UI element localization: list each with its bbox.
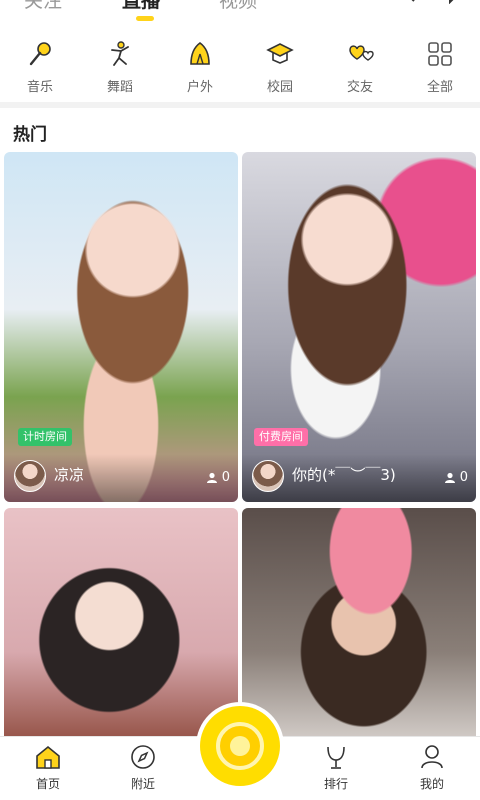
tab-live[interactable]: 直播 — [122, 0, 160, 13]
nav-nearby[interactable]: 附近 — [113, 743, 173, 792]
anchor-name: 凉凉 — [54, 466, 85, 484]
nav-profile[interactable]: 我的 — [402, 743, 462, 792]
tab-follow[interactable]: 关注 — [24, 0, 62, 13]
dancer-icon — [111, 41, 129, 66]
section-divider — [0, 102, 480, 108]
avatar — [252, 460, 284, 492]
avatar — [14, 460, 46, 492]
live-room-card[interactable] — [4, 508, 238, 748]
category-label: 校园 — [266, 80, 293, 95]
nav-label: 我的 — [419, 777, 444, 791]
viewer-count-value: 0 — [221, 470, 230, 485]
category-label: 音乐 — [26, 80, 53, 95]
live-room-card[interactable] — [242, 508, 476, 748]
go-live-dot — [230, 736, 250, 756]
go-live-button[interactable] — [200, 706, 280, 786]
nav-home[interactable]: 首页 — [18, 743, 78, 792]
viewer-icon — [206, 472, 217, 483]
category-label: 户外 — [186, 80, 213, 95]
home-icon — [36, 745, 60, 769]
grid-icon — [428, 42, 452, 66]
room-type-badge: 付费房间 — [254, 428, 308, 446]
anchor-name: 你的(*￣︶￣3) — [292, 466, 396, 484]
top-tab-bar: 关注 直播 视频 — [0, 0, 480, 26]
category-outdoor[interactable]: 户外 — [170, 40, 230, 100]
section-title: 热门 — [13, 125, 47, 145]
hearts-icon — [349, 45, 374, 61]
search-icon[interactable] — [393, 0, 417, 4]
nav-ranking[interactable]: 排行 — [306, 743, 366, 792]
message-icon[interactable] — [444, 0, 468, 4]
nav-label: 排行 — [323, 777, 348, 791]
viewer-count-value: 0 — [459, 470, 468, 485]
category-campus[interactable]: 校园 — [250, 40, 310, 100]
viewer-icon — [444, 472, 455, 483]
live-room-card[interactable]: 付费房间 你的(*￣︶￣3) 0 — [242, 152, 476, 502]
category-music[interactable]: 音乐 — [10, 40, 70, 100]
live-room-card[interactable]: 计时房间 凉凉 0 — [4, 152, 238, 502]
category-label: 舞蹈 — [106, 80, 133, 95]
nav-label: 首页 — [35, 777, 60, 791]
graduation-cap-icon — [266, 43, 294, 64]
active-tab-indicator — [136, 16, 154, 21]
viewer-count: 0 — [444, 470, 468, 485]
category-friends[interactable]: 交友 — [330, 40, 390, 100]
stream-thumbnail — [242, 508, 476, 748]
room-type-badge: 计时房间 — [18, 428, 72, 446]
user-icon — [421, 745, 443, 769]
microphone-icon — [29, 42, 51, 66]
category-label: 全部 — [426, 80, 453, 95]
category-label: 交友 — [346, 80, 373, 95]
viewer-count: 0 — [206, 470, 230, 485]
nav-label: 附近 — [130, 777, 155, 791]
trophy-icon — [327, 746, 345, 769]
tab-video[interactable]: 视频 — [219, 0, 257, 13]
stream-thumbnail — [4, 508, 238, 748]
tent-icon — [190, 42, 210, 65]
stream-thumbnail — [242, 152, 476, 502]
stream-thumbnail — [4, 152, 238, 502]
category-bar: 音乐 舞蹈 户外 校园 交友 全部 — [0, 40, 480, 100]
category-all[interactable]: 全部 — [410, 40, 470, 100]
compass-icon — [131, 745, 155, 769]
category-dance[interactable]: 舞蹈 — [90, 40, 150, 100]
